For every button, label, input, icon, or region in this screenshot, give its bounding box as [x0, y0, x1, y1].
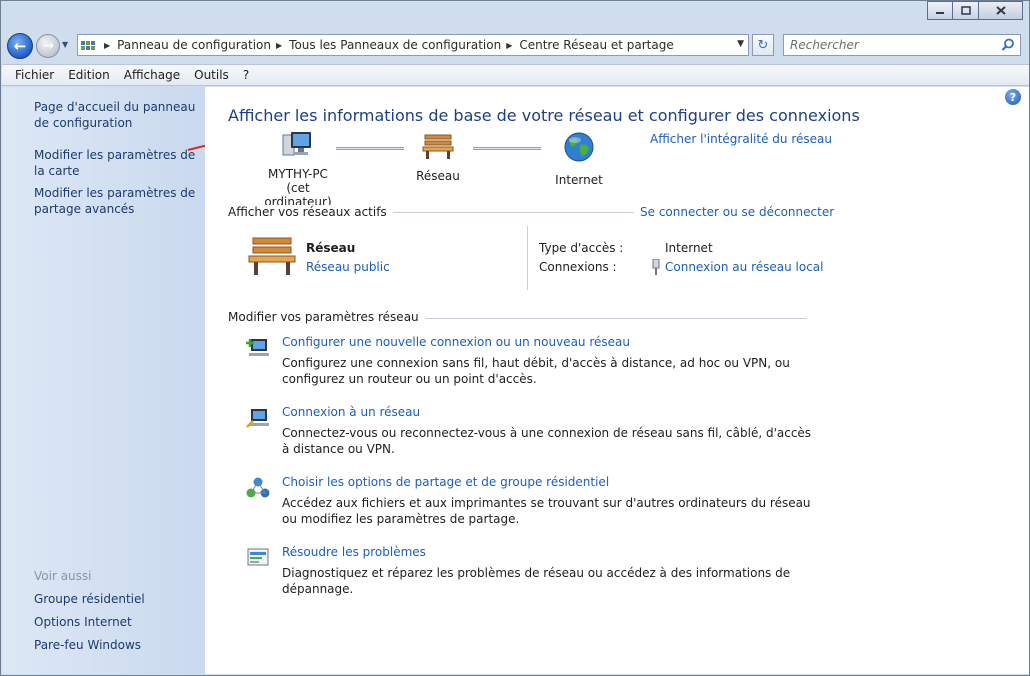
task-troubleshoot: Résoudre les problèmes Diagnostiquez et … [245, 545, 805, 596]
connections-label: Connexions : [539, 260, 617, 274]
active-networks-heading: Afficher vos réseaux actifs [228, 205, 393, 219]
map-internet[interactable]: Internet [544, 131, 614, 187]
menu-tools[interactable]: Outils [187, 68, 236, 82]
task-connect-network: Connexion à un réseau Connectez-vous ou … [245, 405, 811, 456]
breadcrumb-separator[interactable]: ▶ [104, 41, 110, 50]
active-network-name: Réseau [306, 241, 356, 255]
connect-network-icon [246, 409, 269, 428]
see-also-heading: Voir aussi [34, 569, 92, 583]
refresh-icon: ↻ [757, 37, 769, 53]
close-icon [995, 6, 1006, 15]
troubleshoot-link[interactable]: Résoudre les problèmes [282, 545, 426, 559]
caption-buttons [927, 1, 1023, 20]
maximize-icon [960, 6, 971, 15]
network-label: Réseau [416, 169, 460, 183]
ethernet-icon [652, 259, 660, 275]
recent-pages-dropdown[interactable]: ▼ [62, 40, 68, 49]
computer-icon [282, 132, 311, 156]
window: ← → ▼ ▶ Panneau de configuration ▶ Tous … [0, 0, 1030, 676]
see-also-internet-options[interactable]: Options Internet [34, 615, 132, 629]
minimize-icon [936, 11, 944, 14]
breadcrumb-all-panels[interactable]: Tous les Panneaux de configuration [289, 38, 501, 52]
refresh-button[interactable]: ↻ [752, 34, 774, 56]
page-title: Afficher les informations de base de vot… [228, 106, 860, 125]
sidebar: Page d'accueil du panneau de configurati… [2, 87, 205, 674]
menu-view[interactable]: Affichage [117, 68, 187, 82]
map-connector [336, 147, 404, 150]
sharing-options-icon [246, 477, 270, 498]
menu-edit[interactable]: Edition [61, 68, 117, 82]
access-type-label: Type d'accès : [539, 241, 624, 255]
sharing-options-link[interactable]: Choisir les options de partage et de gro… [282, 475, 609, 489]
sharing-options-description: Accédez aux fichiers et aux imprimantes … [282, 496, 811, 526]
help-icon: ? [1009, 90, 1017, 104]
vertical-divider [527, 226, 528, 290]
forward-arrow-icon: → [42, 38, 54, 54]
menu-file[interactable]: Fichier [8, 68, 61, 82]
see-also-firewall[interactable]: Pare-feu Windows [34, 638, 141, 652]
main-content: ? Afficher les informations de base de v… [205, 87, 1029, 674]
map-computer[interactable]: MYTHY-PC (cet ordinateur) [253, 129, 343, 209]
control-panel-icon [81, 37, 99, 53]
globe-icon [564, 132, 594, 162]
address-dropdown-icon[interactable]: ▼ [737, 39, 744, 49]
access-type-value: Internet [665, 241, 713, 255]
map-connector [473, 147, 541, 150]
address-row: ← → ▼ ▶ Panneau de configuration ▶ Tous … [1, 30, 1030, 60]
connect-network-link[interactable]: Connexion à un réseau [282, 405, 420, 419]
breadcrumb-separator[interactable]: ▶ [506, 41, 512, 50]
network-bench-icon [248, 237, 296, 275]
forward-button[interactable]: → [36, 34, 60, 58]
sidebar-link-advanced-sharing[interactable]: Modifier les paramètres de partage avanc… [34, 185, 204, 217]
sidebar-link-adapter-settings[interactable]: Modifier les paramètres de la carte [34, 147, 204, 179]
troubleshoot-description: Diagnostiquez et réparez les problèmes d… [282, 566, 791, 596]
map-network[interactable]: Réseau [403, 132, 473, 183]
search-icon[interactable] [1001, 38, 1015, 52]
task-new-connection: Configurer une nouvelle connexion ou un … [245, 335, 805, 386]
address-bar[interactable]: ▶ Panneau de configuration ▶ Tous les Pa… [77, 34, 749, 56]
maximize-button[interactable] [953, 1, 979, 20]
minimize-button[interactable] [927, 1, 953, 20]
breadcrumb-network-center[interactable]: Centre Réseau et partage [519, 38, 673, 52]
menu-bar: Fichier Edition Affichage Outils ? [2, 64, 1029, 86]
connect-disconnect-link[interactable]: Se connecter ou se déconnecter [634, 205, 835, 219]
network-settings-heading: Modifier vos paramètres réseau [228, 310, 425, 324]
breadcrumb-separator[interactable]: ▶ [276, 41, 282, 50]
full-map-link[interactable]: Afficher l'intégralité du réseau [650, 132, 832, 146]
task-sharing-options: Choisir les options de partage et de gro… [245, 475, 811, 526]
internet-label: Internet [555, 173, 603, 187]
breadcrumb-control-panel[interactable]: Panneau de configuration [117, 38, 271, 52]
back-button[interactable]: ← [7, 33, 33, 59]
help-button[interactable]: ? [1005, 89, 1021, 105]
new-connection-link[interactable]: Configurer une nouvelle connexion ou un … [282, 335, 630, 349]
new-connection-icon [246, 339, 269, 356]
troubleshoot-icon [247, 548, 269, 566]
search-input[interactable] [784, 35, 984, 55]
network-type-link[interactable]: Réseau public [306, 260, 390, 274]
close-button[interactable] [979, 1, 1023, 20]
see-also-homegroup[interactable]: Groupe résidentiel [34, 592, 145, 606]
back-arrow-icon: ← [13, 37, 27, 55]
search-box [783, 34, 1021, 56]
menu-help[interactable]: ? [236, 68, 256, 82]
bench-icon [422, 134, 454, 159]
new-connection-description: Configurez une connexion sans fil, haut … [282, 356, 790, 386]
sidebar-link-control-panel-home[interactable]: Page d'accueil du panneau de configurati… [34, 99, 204, 131]
computer-name: MYTHY-PC [268, 167, 328, 181]
local-connection-link[interactable]: Connexion au réseau local [665, 260, 824, 274]
connect-network-description: Connectez-vous ou reconnectez-vous à une… [282, 426, 812, 456]
